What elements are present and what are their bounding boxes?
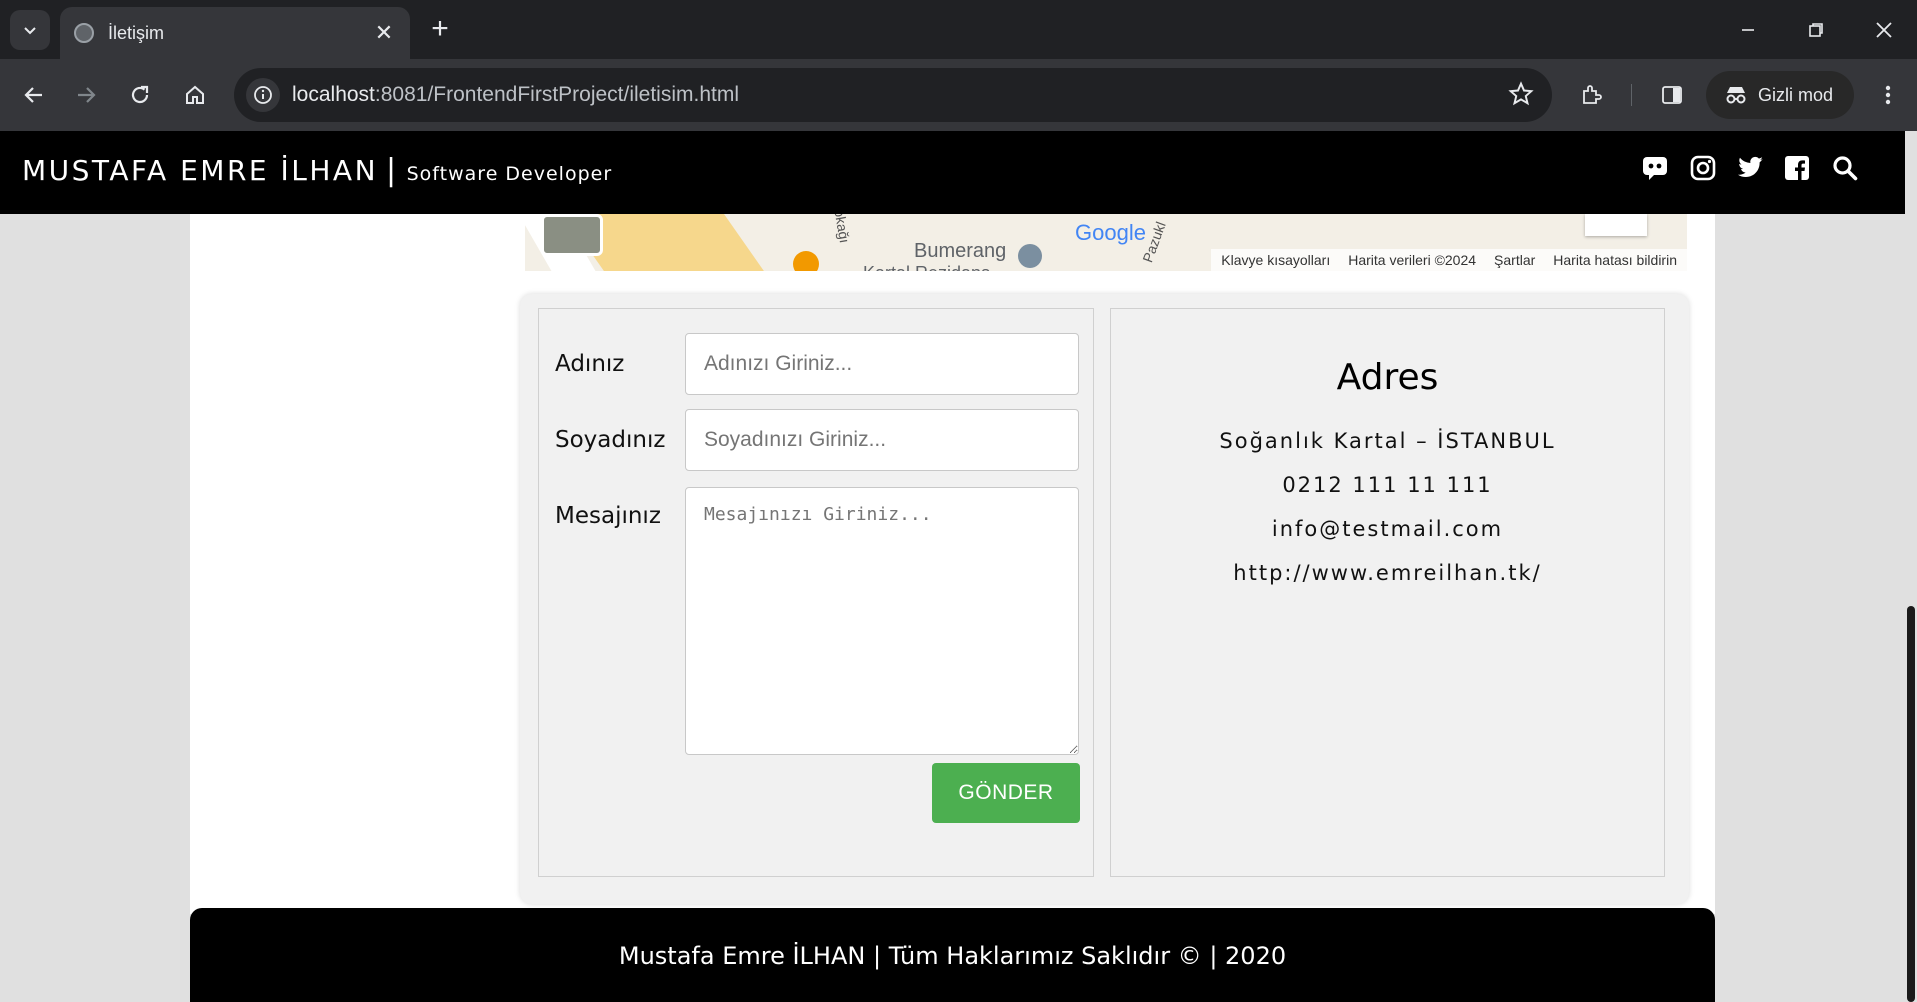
incognito-label: Gizli mod [1758,84,1834,105]
google-logo: Google [1075,220,1146,245]
map-attribution: Klavye kısayolları Harita verileri ©2024… [1211,249,1687,271]
arrow-left-icon [24,87,42,103]
reload-button[interactable] [120,75,160,115]
back-button[interactable] [14,75,54,115]
brand-subtitle: Software Developer [406,163,613,185]
tab-title: İletişim [108,22,165,43]
tab-search-button[interactable] [10,10,50,50]
more-vertical-icon [1885,85,1891,105]
restaurant-pin-icon[interactable] [793,251,819,271]
info-icon [254,86,272,104]
instagram-icon[interactable] [1686,151,1720,185]
bookmark-button[interactable] [1508,81,1534,112]
name-input[interactable] [685,333,1079,395]
message-textarea[interactable] [685,487,1079,755]
browser-tab-active[interactable]: İletişim ✕ [60,7,410,59]
home-icon [186,85,204,104]
address-email: info@testmail.com [1271,517,1504,541]
address-bar[interactable]: localhost:8081/FrontendFirstProject/ilet… [234,68,1552,122]
map-report-link[interactable]: Harita hatası bildirin [1553,252,1677,268]
extensions-button[interactable] [1572,75,1612,115]
close-window-button[interactable] [1864,10,1904,50]
site-brand[interactable]: MUSTAFA EMRE İLHAN | Software Developer [22,153,612,188]
site-header: MUSTAFA EMRE İLHAN | Software Developer [0,131,1905,214]
browser-tabbar: İletişim ✕ + [0,0,1917,59]
address-location: Soğanlık Kartal – İSTANBUL [1219,429,1556,453]
surname-input[interactable] [685,409,1079,471]
message-label: Mesajınız [555,503,661,529]
map-shortcuts-link[interactable]: Klavye kısayolları [1221,252,1330,268]
incognito-indicator[interactable]: Gizli mod [1706,71,1854,119]
contact-form: Adınız Soyadınız Mesajınız GÖNDER [538,308,1094,877]
minimize-button[interactable] [1728,10,1768,50]
new-tab-button[interactable]: + [424,14,456,46]
close-tab-icon[interactable]: ✕ [372,20,396,46]
street-view-thumbnail[interactable] [541,214,603,256]
brand-name: MUSTAFA EMRE İLHAN [22,154,379,187]
map-data-text: Harita verileri ©2024 [1348,252,1477,268]
footer-copyright: Mustafa Emre İLHAN | Tüm Haklarımız Sakl… [618,942,1287,970]
facebook-icon[interactable] [1780,151,1814,185]
site-info-button[interactable] [246,78,280,112]
map-place-label: Kartal Rezidans [863,263,990,271]
twitter-icon[interactable] [1733,151,1767,185]
toolbar-divider [1631,84,1632,106]
side-panel-button[interactable] [1652,75,1692,115]
name-label: Adınız [555,351,625,377]
surname-label: Soyadınız [555,427,666,453]
submit-button[interactable]: GÖNDER [932,763,1080,823]
address-website: http://www.emreilhan.tk/ [1233,561,1542,585]
browser-menu-button[interactable] [1868,75,1908,115]
url-text[interactable]: localhost:8081/FrontendFirstProject/ilet… [292,83,1552,107]
forward-button[interactable] [66,75,106,115]
address-panel: Adres Soğanlık Kartal – İSTANBUL 0212 11… [1110,308,1665,877]
address-title: Adres [1336,357,1439,398]
embedded-map[interactable]: okağı Pazukl Bumerang Kartal Rezidans Go… [525,214,1687,271]
arrow-right-icon [78,87,96,103]
scrollbar-thumb[interactable] [1907,606,1915,1002]
side-panel-icon [1662,86,1682,104]
search-icon[interactable] [1828,151,1862,185]
home-button[interactable] [175,75,215,115]
address-phone: 0212 111 11 111 [1282,473,1493,497]
chevron-down-icon [24,27,36,35]
reload-icon [131,85,149,104]
map-terms-link[interactable]: Şartlar [1494,252,1535,268]
map-street-label: okağı [831,214,853,245]
globe-icon [74,23,94,43]
minimize-icon [1742,29,1754,31]
url-host: localhost [292,83,375,106]
incognito-icon [1726,87,1746,104]
star-icon [1508,81,1534,106]
url-path: :8081/FrontendFirstProject/iletisim.html [374,83,740,106]
puzzle-icon [1583,85,1602,104]
map-zoom-control[interactable] [1585,214,1647,236]
discord-icon[interactable] [1638,151,1672,185]
page-scrollbar[interactable] [1905,131,1917,1002]
browser-toolbar: localhost:8081/FrontendFirstProject/ilet… [0,59,1917,131]
restore-icon [1809,23,1823,37]
site-footer: Mustafa Emre İLHAN | Tüm Haklarımız Sakl… [190,908,1715,1002]
map-place-label: Bumerang [914,240,1007,262]
restore-button[interactable] [1796,10,1836,50]
map-pin-icon[interactable] [1018,244,1042,268]
brand-separator: | [386,153,399,188]
close-icon [1876,22,1892,38]
page-viewport: okağı Pazukl Bumerang Kartal Rezidans Go… [0,131,1917,1002]
